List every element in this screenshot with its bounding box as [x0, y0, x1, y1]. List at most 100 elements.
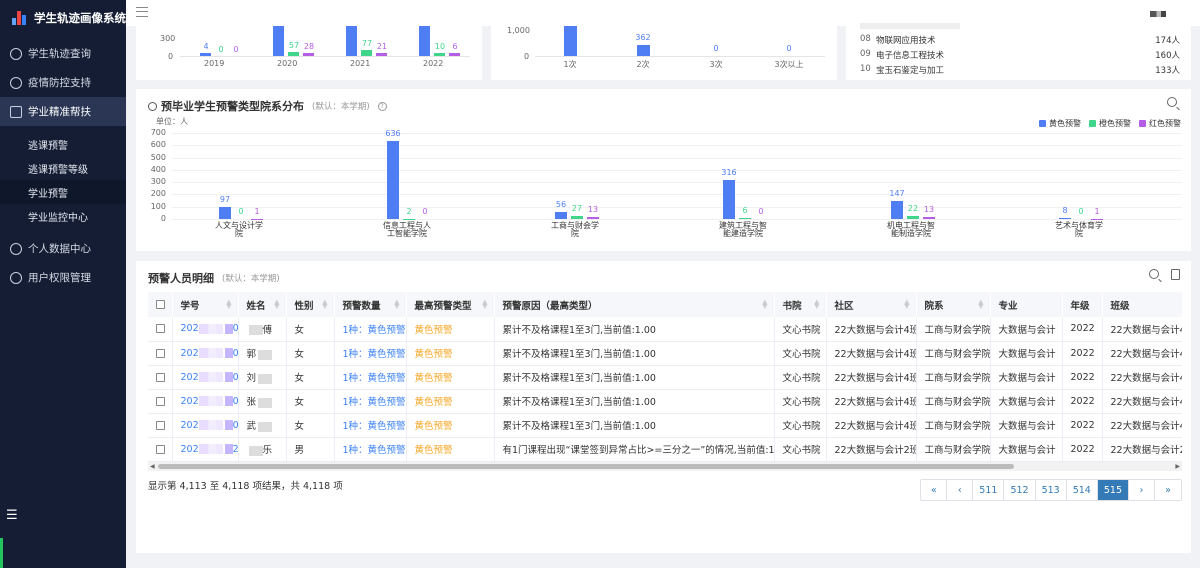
page-button[interactable]: 512 [1004, 480, 1036, 500]
legend-item[interactable]: 黄色预警 [1039, 118, 1081, 129]
warning-count-cell[interactable]: 1种：黄色预警 [334, 413, 407, 438]
sidebar-item-user-permission[interactable]: 用户权限管理 [0, 263, 126, 292]
warning-count-chart: 1,000 0 1次 2次 362 3次 0 3次以上 0 [491, 26, 837, 80]
hamburger-icon[interactable] [136, 7, 148, 17]
submenu-item-truancy-level[interactable]: 逃课预警等级 [0, 156, 126, 180]
column-header[interactable]: 预警数量 ▲ ▼ [334, 292, 407, 317]
submenu-item-academic-monitor[interactable]: 学业监控中心 [0, 204, 126, 228]
row-checkbox[interactable] [148, 437, 173, 462]
sort-icon[interactable]: ▲ ▼ [978, 299, 983, 310]
column-header[interactable]: 院系 ▲ ▼ [916, 292, 991, 317]
search-icon[interactable] [1149, 269, 1159, 279]
warning-count-cell[interactable]: 1种：黄色预警 [334, 437, 407, 462]
checkbox[interactable] [156, 396, 165, 406]
horizontal-scrollbar[interactable]: ◀ ▶ [148, 462, 1182, 471]
row-checkbox[interactable] [148, 413, 173, 438]
page-button[interactable]: 511 [973, 480, 1005, 500]
student-id-cell[interactable]: 20229 [172, 437, 239, 462]
warning-count-cell[interactable]: 1种：黄色预警 [334, 365, 407, 390]
table-row[interactable]: 20205傅女1种：黄色预警黄色预警累计不及格课程1至3门,当前值:1.00文心… [148, 317, 1182, 342]
row-checkbox[interactable] [148, 389, 173, 414]
highest-type-cell: 黄色预警 [406, 389, 495, 414]
warning-count-cell[interactable]: 1种：黄色预警 [334, 341, 407, 366]
bar [403, 218, 415, 220]
checkbox[interactable] [156, 348, 165, 358]
submenu-item-truancy-warning[interactable]: 逃课预警 [0, 132, 126, 156]
column-header[interactable]: 预警原因（最高类型） ▲ ▼ [494, 292, 775, 317]
sort-icon[interactable]: ▲ ▼ [814, 299, 819, 310]
row-checkbox[interactable] [148, 341, 173, 366]
bar [346, 26, 357, 56]
checkbox[interactable] [156, 444, 165, 454]
sidebar-item-academic-help[interactable]: 学业精准帮扶 [0, 97, 126, 126]
column-header[interactable]: 最高预警类型 ▲ ▼ [406, 292, 495, 317]
select-all-checkbox[interactable] [148, 292, 173, 317]
page-button[interactable]: › [1129, 480, 1155, 500]
sidebar-item-track-query[interactable]: 学生轨迹查询 [0, 39, 126, 68]
warning-count-cell[interactable]: 1种：黄色预警 [334, 389, 407, 414]
help-icon[interactable]: ? [377, 101, 387, 111]
scroll-right-icon[interactable]: ▶ [1175, 462, 1180, 471]
column-header[interactable]: 班级 [1102, 292, 1182, 317]
redacted-mosaic [224, 396, 233, 406]
page-button[interactable]: » [1155, 480, 1181, 500]
page-button[interactable]: « [921, 480, 948, 500]
row-checkbox[interactable] [148, 317, 173, 342]
table-row[interactable]: 20204郭女1种：黄色预警黄色预警累计不及格课程1至3门,当前值:1.00文心… [148, 341, 1182, 366]
student-id-cell[interactable]: 20205 [172, 317, 239, 342]
page-button[interactable]: 515 [1097, 480, 1129, 500]
name-cell: 武 [238, 413, 287, 438]
checkbox[interactable] [156, 372, 165, 382]
unit-label: 单位：人 [156, 117, 188, 126]
checkbox[interactable] [156, 324, 165, 334]
table-row[interactable]: 20202张女1种：黄色预警黄色预警累计不及格课程1至3门,当前值:1.00文心… [148, 389, 1182, 414]
sort-icon[interactable]: ▲ ▼ [904, 299, 909, 310]
sort-icon[interactable]: ▲ ▼ [482, 299, 487, 310]
legend-item[interactable]: 红色预警 [1139, 118, 1181, 129]
column-header[interactable]: 学号 ▲ ▼ [172, 292, 239, 317]
collapse-menu-icon[interactable]: ☰ [6, 509, 20, 522]
search-icon[interactable] [1167, 97, 1177, 107]
sidebar-item-epidemic[interactable]: 疫情防控支持 [0, 68, 126, 97]
table-row[interactable]: 20229乐男1种：黄色预警黄色预警有1门课程出现“课堂签到异常占比>=三分之一… [148, 437, 1182, 462]
legend-item[interactable]: 橙色预警 [1089, 118, 1131, 129]
table-row[interactable]: 20201武女1种：黄色预警黄色预警累计不及格课程1至3门,当前值:1.00文心… [148, 413, 1182, 438]
data-label: 0 [233, 45, 239, 54]
page-button[interactable]: 514 [1067, 480, 1098, 500]
data-label: 57 [288, 40, 300, 50]
sort-icon[interactable]: ▲ ▼ [226, 299, 231, 310]
column-header[interactable]: 专业 [990, 292, 1063, 317]
column-header[interactable]: 姓名 ▲ ▼ [238, 292, 287, 317]
sort-icon[interactable]: ▲ ▼ [274, 299, 279, 310]
y-tick: 0 [524, 52, 530, 61]
avatar[interactable] [1150, 11, 1166, 17]
sort-icon[interactable]: ▲ ▼ [394, 299, 399, 310]
row-checkbox[interactable] [148, 365, 173, 390]
warning-count-cell[interactable]: 1种：黄色预警 [334, 317, 407, 342]
gridline [172, 169, 1182, 171]
page-button[interactable]: 513 [1036, 480, 1067, 500]
student-id-cell[interactable]: 20202 [172, 389, 239, 414]
student-id-cell[interactable]: 20201 [172, 413, 239, 438]
student-id-cell[interactable]: 20203 [172, 365, 239, 390]
brand[interactable]: 学生轨迹画像系统 [0, 0, 126, 36]
data-label: 97 [219, 195, 231, 205]
page-button[interactable]: ‹ [947, 480, 974, 500]
column-header[interactable]: 性别 ▲ ▼ [286, 292, 335, 317]
y-tick-label: 0 [160, 214, 166, 223]
export-icon[interactable] [1171, 269, 1180, 280]
scrollbar-thumb[interactable] [158, 464, 1014, 469]
submenu-item-academic-warning[interactable]: 学业预警 [0, 180, 126, 204]
checkbox[interactable] [156, 420, 165, 430]
sidebar-item-personal-data[interactable]: 个人数据中心 [0, 234, 126, 263]
major-cell: 大数据与会计 [990, 413, 1063, 438]
sort-icon[interactable]: ▲ ▼ [762, 299, 767, 310]
table-row[interactable]: 20203刘女1种：黄色预警黄色预警累计不及格课程1至3门,当前值:1.00文心… [148, 365, 1182, 390]
column-header[interactable]: 书院 ▲ ▼ [774, 292, 827, 317]
column-header[interactable]: 年级 [1062, 292, 1103, 317]
sort-icon[interactable]: ▲ ▼ [322, 299, 327, 310]
column-header[interactable]: 社区 ▲ ▼ [826, 292, 917, 317]
student-id-cell[interactable]: 20204 [172, 341, 239, 366]
x-category-label: 工商与财会学院 [551, 221, 599, 238]
scroll-left-icon[interactable]: ◀ [150, 462, 155, 471]
